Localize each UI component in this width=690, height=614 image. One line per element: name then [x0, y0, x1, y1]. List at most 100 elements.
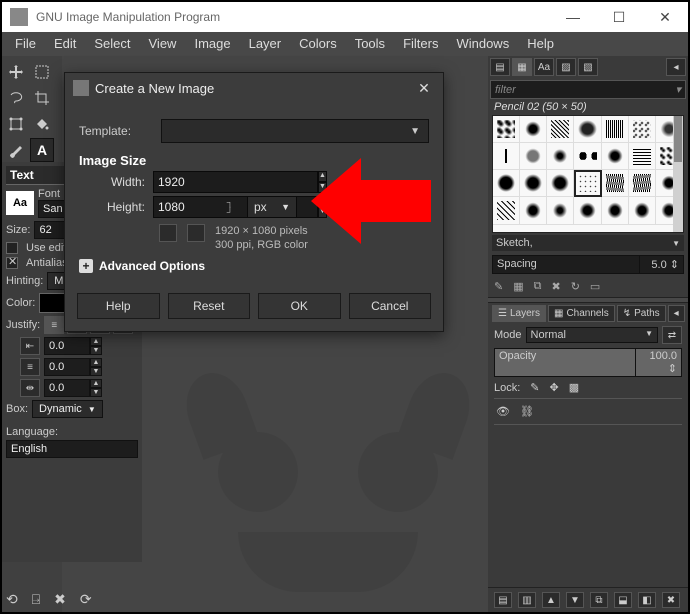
layer-list[interactable]: 👁 ⛓ [494, 398, 682, 425]
dup-brush-icon[interactable]: ⧉ [534, 280, 542, 293]
close-button[interactable]: ✕ [642, 2, 688, 32]
tab-icon-3[interactable]: Aa [534, 58, 554, 76]
template-dropdown[interactable] [161, 119, 429, 143]
language-input[interactable] [6, 440, 138, 458]
unit-dropdown[interactable]: px [247, 196, 297, 218]
advanced-options-toggle[interactable]: + Advanced Options [79, 259, 429, 273]
lasso-tool[interactable] [4, 86, 28, 110]
brush-category-dropdown[interactable]: Sketch, [492, 235, 684, 251]
tab-icon-1[interactable]: ▤ [490, 58, 510, 76]
reset-options-icon[interactable]: ⟲ [6, 591, 18, 608]
menu-tools[interactable]: Tools [346, 34, 394, 53]
spacing-label: Spacing [492, 255, 640, 274]
menu-edit[interactable]: Edit [45, 34, 85, 53]
move-tool[interactable] [4, 60, 28, 84]
chain-link-icon[interactable]: ┐┘ [221, 197, 239, 217]
spacing-value[interactable]: 5.0 ⇕ [640, 255, 684, 274]
layer-group-icon[interactable]: ▥ [518, 592, 536, 608]
cancel-button[interactable]: Cancel [349, 293, 432, 319]
orientation-portrait-icon[interactable] [159, 224, 177, 242]
mask-layer-icon[interactable]: ◧ [638, 592, 656, 608]
visibility-icon[interactable]: 👁 [496, 405, 510, 418]
save-options-icon[interactable]: ⍈ [32, 591, 40, 608]
tab-channels[interactable]: ▦Channels [548, 305, 615, 322]
new-layer-icon[interactable]: ▤ [494, 592, 512, 608]
delete-options-icon[interactable]: ✖ [54, 591, 66, 608]
box-dropdown[interactable]: Dynamic [32, 400, 103, 418]
del-layer-icon[interactable]: ✖ [662, 592, 680, 608]
maximize-button[interactable]: ☐ [596, 2, 642, 32]
brush-scrollbar[interactable] [673, 116, 683, 232]
indent-spinner-2[interactable]: ▲▼ [44, 358, 102, 376]
bucket-tool[interactable] [30, 112, 54, 136]
indent-spinner-1[interactable]: ▲▼ [44, 337, 102, 355]
layer-down-icon[interactable]: ▼ [566, 592, 584, 608]
filter-dropdown-icon[interactable]: ▾ [675, 83, 681, 96]
lock-move-icon[interactable]: ✥ [550, 381, 559, 394]
link-icon[interactable]: ⛓ [520, 405, 534, 418]
restore-options-icon[interactable]: ⟳ [80, 591, 92, 608]
tab-icon-5[interactable]: ▧ [578, 58, 598, 76]
color-label: Color: [6, 297, 35, 309]
size-label: Size: [6, 224, 30, 236]
mode-swap-icon[interactable]: ⇄ [662, 326, 682, 344]
tab-layers[interactable]: ☰Layers [492, 305, 546, 322]
tab-icon-4[interactable]: ▨ [556, 58, 576, 76]
use-editor-checkbox[interactable] [6, 242, 18, 254]
dup-layer-icon[interactable]: ⧉ [590, 592, 608, 608]
justify-left-icon[interactable]: ≡ [44, 316, 64, 334]
opacity-slider[interactable]: Opacity [494, 348, 636, 377]
brush-filter-input[interactable]: filter ▾ [490, 80, 686, 99]
tab-icon-2[interactable]: ▦ [512, 58, 532, 76]
new-brush-icon[interactable]: ▦ [513, 280, 523, 293]
antialias-checkbox[interactable]: ✕ [6, 257, 18, 269]
dialog-title: Create a New Image [95, 81, 214, 96]
menu-filters[interactable]: Filters [394, 34, 447, 53]
ok-button[interactable]: OK [258, 293, 341, 319]
help-button[interactable]: Help [77, 293, 160, 319]
box-label: Box: [6, 403, 28, 415]
edit-brush-icon[interactable]: ✎ [494, 280, 503, 293]
del-brush-icon[interactable]: ✖ [551, 280, 560, 293]
menu-layer[interactable]: Layer [240, 34, 291, 53]
indent-spinner-3[interactable]: ▲▼ [44, 379, 102, 397]
brush-grid[interactable] [492, 115, 684, 233]
menu-colors[interactable]: Colors [290, 34, 346, 53]
height-input[interactable]: ▲▼ [153, 196, 213, 218]
minimize-button[interactable]: — [550, 2, 596, 32]
brush-spacing[interactable]: Spacing 5.0 ⇕ [492, 255, 684, 274]
layer-row[interactable]: 👁 ⛓ [494, 403, 682, 420]
rect-select-tool[interactable] [30, 60, 54, 84]
tab-menu-icon[interactable]: ◂ [666, 58, 686, 76]
transform-tool[interactable] [4, 112, 28, 136]
antialias-label: Antialias [26, 257, 68, 269]
layer-up-icon[interactable]: ▲ [542, 592, 560, 608]
layer-tab-menu[interactable]: ◂ [668, 305, 685, 322]
menu-windows[interactable]: Windows [447, 34, 518, 53]
window-title: GNU Image Manipulation Program [36, 10, 550, 24]
menu-select[interactable]: Select [85, 34, 139, 53]
font-preview-swatch[interactable]: Aa [6, 191, 34, 215]
opacity-value[interactable]: 100.0 ⇕ [636, 348, 682, 377]
tab-paths[interactable]: ↯Paths [617, 305, 666, 322]
tool-options-bottom-icons: ⟲ ⍈ ✖ ⟳ [6, 587, 92, 612]
brush-tool[interactable] [4, 138, 28, 162]
mode-dropdown[interactable]: Normal [526, 327, 658, 343]
lock-paint-icon[interactable]: ✎ [530, 381, 539, 394]
menu-file[interactable]: File [6, 34, 45, 53]
width-input[interactable]: ▲▼ [153, 171, 213, 193]
crop-tool[interactable] [30, 86, 54, 110]
menu-help[interactable]: Help [518, 34, 563, 53]
merge-layer-icon[interactable]: ⬓ [614, 592, 632, 608]
brush-selected [574, 170, 601, 197]
menu-view[interactable]: View [140, 34, 186, 53]
orientation-landscape-icon[interactable] [187, 224, 205, 242]
reset-button[interactable]: Reset [168, 293, 251, 319]
open-brush-icon[interactable]: ▭ [590, 280, 600, 293]
refresh-brush-icon[interactable]: ↻ [571, 280, 580, 293]
language-label: Language: [6, 426, 58, 438]
dialog-close-button[interactable]: ✕ [413, 77, 435, 99]
menu-image[interactable]: Image [185, 34, 239, 53]
text-tool[interactable]: A [30, 138, 54, 162]
lock-alpha-icon[interactable]: ▩ [569, 381, 579, 394]
